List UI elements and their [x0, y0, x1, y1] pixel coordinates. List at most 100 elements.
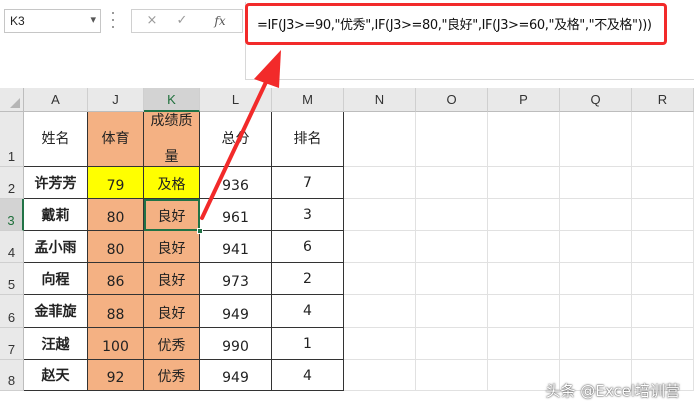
- empty-cell[interactable]: [416, 199, 488, 231]
- cell-pe[interactable]: 92: [88, 360, 144, 391]
- row-header-7[interactable]: 7: [0, 328, 24, 360]
- empty-cell[interactable]: [488, 328, 560, 360]
- cell-pe[interactable]: 80: [88, 231, 144, 263]
- cell-rank[interactable]: 2: [272, 263, 344, 295]
- cell-grade[interactable]: 优秀: [144, 360, 200, 391]
- cell-grade[interactable]: 优秀: [144, 328, 200, 360]
- empty-cell[interactable]: [632, 112, 694, 167]
- cell-total[interactable]: 949: [200, 360, 272, 391]
- cell-grade[interactable]: 良好: [144, 263, 200, 295]
- cell-rank[interactable]: 3: [272, 199, 344, 231]
- empty-cell[interactable]: [488, 295, 560, 328]
- column-header-o[interactable]: O: [416, 88, 488, 112]
- row-header-4[interactable]: 4: [0, 231, 24, 263]
- cell-total[interactable]: 949: [200, 295, 272, 328]
- empty-cell[interactable]: [488, 167, 560, 199]
- cell-name[interactable]: 许芳芳: [24, 167, 88, 199]
- cell-pe[interactable]: 88: [88, 295, 144, 328]
- empty-cell[interactable]: [632, 167, 694, 199]
- empty-cell[interactable]: [632, 231, 694, 263]
- column-header-q[interactable]: Q: [560, 88, 632, 112]
- cell-name[interactable]: 向程: [24, 263, 88, 295]
- chevron-down-icon[interactable]: ▾: [90, 13, 96, 26]
- column-header-p[interactable]: P: [488, 88, 560, 112]
- empty-cell[interactable]: [344, 112, 416, 167]
- cell-total[interactable]: 961: [200, 199, 272, 231]
- formula-text[interactable]: =IF(J3>=90,"优秀",IF(J3>=80,"良好",IF(J3>=60…: [257, 14, 652, 33]
- cell-total[interactable]: 941: [200, 231, 272, 263]
- cell-grade[interactable]: 及格: [144, 167, 200, 199]
- empty-cell[interactable]: [632, 328, 694, 360]
- cell-rank[interactable]: 1: [272, 328, 344, 360]
- column-header-r[interactable]: R: [632, 88, 694, 112]
- enter-icon[interactable]: ✓: [170, 12, 194, 30]
- row-header-3[interactable]: 3: [0, 199, 24, 231]
- cancel-icon[interactable]: ×: [140, 12, 164, 30]
- cell-rank[interactable]: 4: [272, 295, 344, 328]
- empty-cell[interactable]: [416, 360, 488, 391]
- cell-name[interactable]: 赵天: [24, 360, 88, 391]
- empty-cell[interactable]: [416, 328, 488, 360]
- cell-rank[interactable]: 4: [272, 360, 344, 391]
- fill-handle[interactable]: [197, 228, 203, 234]
- empty-cell[interactable]: [632, 199, 694, 231]
- empty-cell[interactable]: [416, 112, 488, 167]
- row-header-6[interactable]: 6: [0, 295, 24, 328]
- column-header-a[interactable]: A: [24, 88, 88, 112]
- cell-grade[interactable]: 良好: [144, 231, 200, 263]
- column-header-k[interactable]: K: [144, 88, 200, 112]
- empty-cell[interactable]: [560, 167, 632, 199]
- column-header-l[interactable]: L: [200, 88, 272, 112]
- empty-cell[interactable]: [560, 199, 632, 231]
- cell-grade[interactable]: 良好: [144, 199, 200, 231]
- empty-cell[interactable]: [344, 328, 416, 360]
- table-header-pe[interactable]: 体育: [88, 112, 144, 167]
- empty-cell[interactable]: [344, 199, 416, 231]
- empty-cell[interactable]: [632, 295, 694, 328]
- empty-cell[interactable]: [560, 295, 632, 328]
- select-all-corner[interactable]: [0, 88, 24, 112]
- empty-cell[interactable]: [560, 231, 632, 263]
- empty-cell[interactable]: [416, 167, 488, 199]
- empty-cell[interactable]: [632, 263, 694, 295]
- column-header-m[interactable]: M: [272, 88, 344, 112]
- row-header-2[interactable]: 2: [0, 167, 24, 199]
- empty-cell[interactable]: [488, 231, 560, 263]
- cell-rank[interactable]: 6: [272, 231, 344, 263]
- cell-pe[interactable]: 79: [88, 167, 144, 199]
- column-header-j[interactable]: J: [88, 88, 144, 112]
- empty-cell[interactable]: [416, 295, 488, 328]
- cell-pe[interactable]: 86: [88, 263, 144, 295]
- row-header-1[interactable]: 1: [0, 112, 24, 167]
- cell-pe[interactable]: 100: [88, 328, 144, 360]
- cell-name[interactable]: 孟小雨: [24, 231, 88, 263]
- table-header-grade[interactable]: 成绩质量: [144, 112, 200, 167]
- empty-cell[interactable]: [488, 263, 560, 295]
- worksheet-grid[interactable]: A J K L M N O P Q R 1 2 3 4 5 6 7 8 姓名 体育 成绩质量总分 排名 许芳芳 79 及格 936…: [0, 88, 694, 415]
- cell-grade[interactable]: 良好: [144, 295, 200, 328]
- empty-cell[interactable]: [344, 263, 416, 295]
- empty-cell[interactable]: [560, 263, 632, 295]
- table-header-name[interactable]: 姓名: [24, 112, 88, 167]
- row-header-5[interactable]: 5: [0, 263, 24, 295]
- empty-cell[interactable]: [560, 112, 632, 167]
- cell-pe[interactable]: 80: [88, 199, 144, 231]
- cell-total[interactable]: 990: [200, 328, 272, 360]
- table-header-total[interactable]: 总分: [200, 112, 272, 167]
- empty-cell[interactable]: [344, 167, 416, 199]
- name-box[interactable]: K3 ▾: [4, 9, 101, 33]
- cell-total[interactable]: 973: [200, 263, 272, 295]
- cell-name[interactable]: 戴莉: [24, 199, 88, 231]
- cell-name[interactable]: 汪越: [24, 328, 88, 360]
- cell-name[interactable]: 金菲旋: [24, 295, 88, 328]
- cell-rank[interactable]: 7: [272, 167, 344, 199]
- empty-cell[interactable]: [416, 231, 488, 263]
- drag-handle-icon[interactable]: [111, 12, 115, 30]
- cell-total[interactable]: 936: [200, 167, 272, 199]
- empty-cell[interactable]: [560, 328, 632, 360]
- empty-cell[interactable]: [416, 263, 488, 295]
- empty-cell[interactable]: [344, 231, 416, 263]
- empty-cell[interactable]: [344, 295, 416, 328]
- empty-cell[interactable]: [344, 360, 416, 391]
- empty-cell[interactable]: [488, 199, 560, 231]
